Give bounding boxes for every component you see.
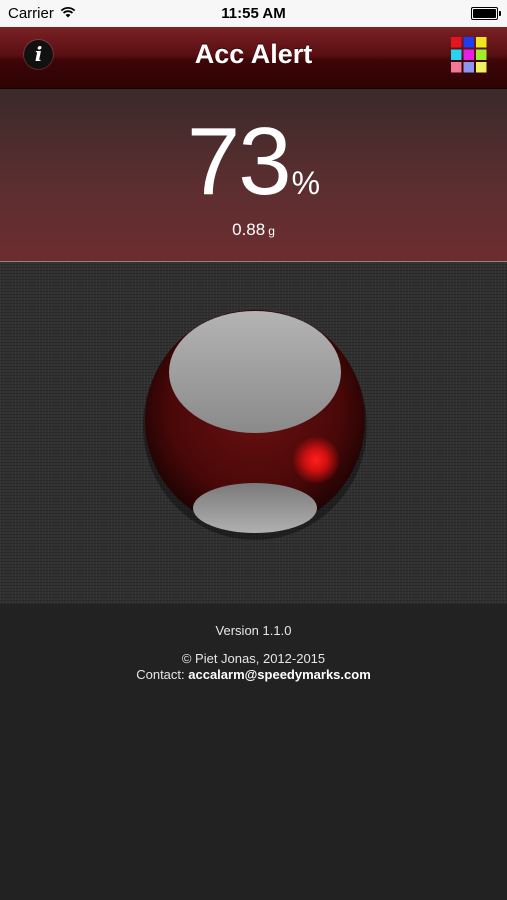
- footer: Version 1.1.0 © Piet Jonas, 2012-2015 Co…: [0, 604, 507, 900]
- alert-ball-icon[interactable]: [140, 302, 370, 542]
- ball-red-light: [292, 436, 340, 484]
- grid-swatch: [463, 62, 474, 73]
- contact-label: Contact:: [136, 667, 189, 682]
- grid-swatch: [451, 37, 462, 48]
- status-bar: Carrier 11:55 AM: [0, 0, 507, 27]
- reading-panel: 73% 0.88 g: [0, 89, 507, 262]
- grid-swatch: [463, 37, 474, 48]
- grid-swatch: [476, 62, 487, 73]
- grid-swatch: [463, 49, 474, 60]
- percent-unit: %: [291, 165, 321, 201]
- grid-swatch: [451, 49, 462, 60]
- grid-swatch: [476, 37, 487, 48]
- g-value: 0.88: [232, 220, 266, 239]
- indicator-area: [0, 262, 507, 605]
- copyright-label: © Piet Jonas, 2012-2015: [181, 651, 326, 666]
- ball-bottom-highlight: [193, 483, 317, 533]
- g-force-readout: 0.88 g: [0, 220, 507, 240]
- navigation-bar: i Acc Alert: [0, 27, 507, 89]
- g-unit: g: [268, 224, 275, 238]
- contact-email-link[interactable]: accalarm@speedymarks.com: [188, 667, 371, 682]
- ball-top-highlight: [169, 311, 341, 433]
- percent-value: 73: [186, 108, 292, 215]
- grid-swatch: [476, 49, 487, 60]
- grid-swatch: [451, 62, 462, 73]
- app-title: Acc Alert: [194, 39, 313, 69]
- color-grid-icon[interactable]: [450, 36, 488, 74]
- clock: 11:55 AM: [221, 5, 286, 22]
- percent-readout: 73%: [0, 107, 507, 217]
- version-label: Version 1.1.0: [215, 623, 292, 638]
- contact-line: Contact: accalarm@speedymarks.com: [0, 667, 507, 682]
- battery-icon: [471, 7, 501, 20]
